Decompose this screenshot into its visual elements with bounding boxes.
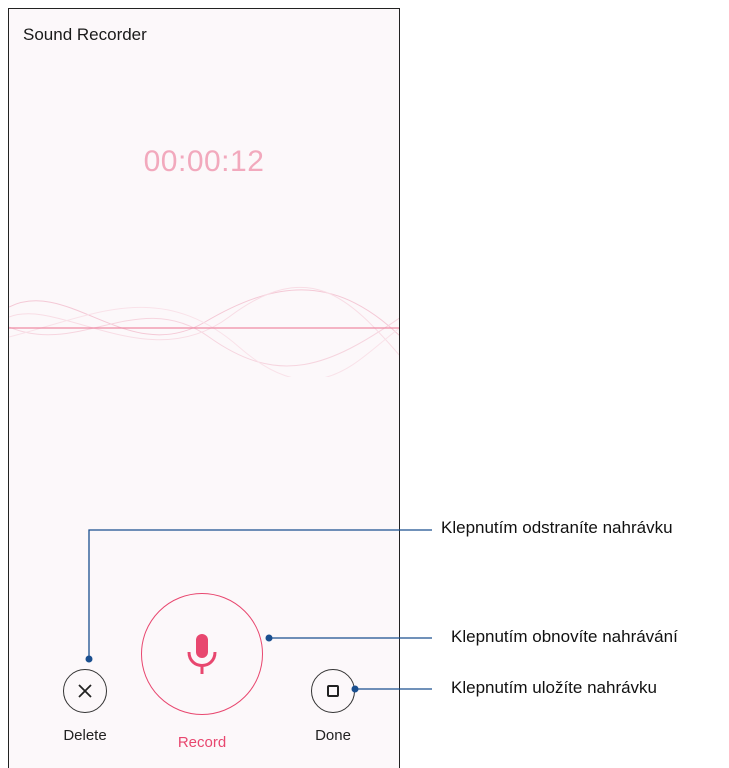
callout-record: Klepnutím obnovíte nahrávání <box>451 627 678 646</box>
phone-screen: Sound Recorder 00:00:12 Delete Record Do… <box>8 8 400 768</box>
waveform-graphic <box>9 286 399 380</box>
microphone-icon <box>187 634 217 674</box>
record-button[interactable] <box>141 593 263 715</box>
close-icon <box>78 684 92 698</box>
delete-control: Delete <box>54 669 116 744</box>
app-title: Sound Recorder <box>23 25 147 44</box>
delete-button[interactable] <box>63 669 107 713</box>
record-label: Record <box>177 734 227 751</box>
record-control: Record <box>141 593 263 751</box>
waveform <box>9 277 399 380</box>
elapsed-timer: 00:00:12 <box>143 145 265 178</box>
done-button[interactable] <box>311 669 355 713</box>
stop-icon <box>327 685 339 697</box>
callout-delete: Klepnutím odstraníte nahrávku <box>441 518 673 537</box>
done-control: Done <box>302 669 364 744</box>
callout-done: Klepnutím uložíte nahrávku <box>451 678 658 697</box>
delete-label: Delete <box>63 727 107 744</box>
done-label: Done <box>315 727 351 744</box>
